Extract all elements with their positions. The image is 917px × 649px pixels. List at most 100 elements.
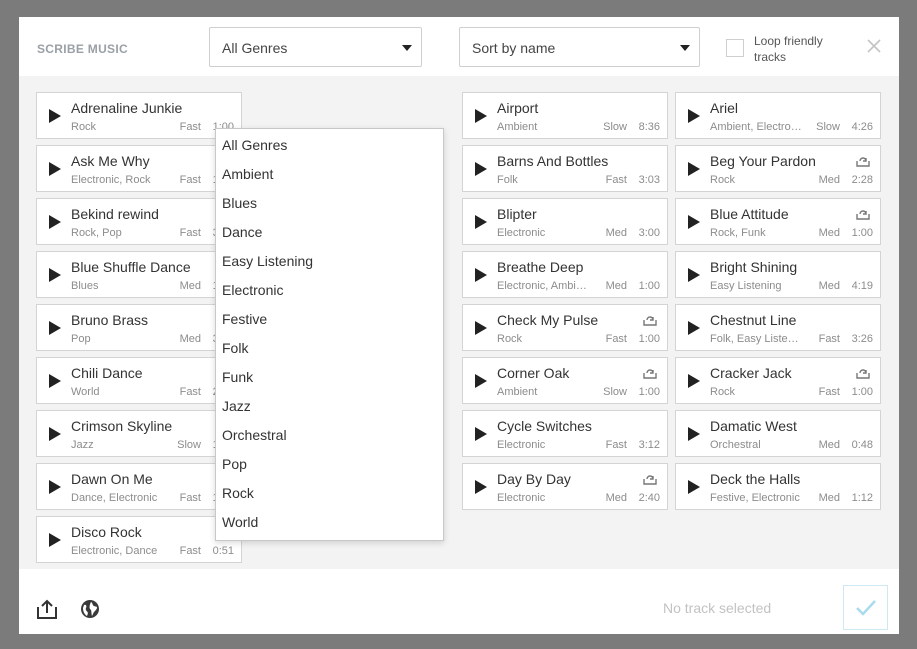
play-icon[interactable] — [49, 533, 61, 547]
genre-option[interactable]: Electronic — [216, 276, 443, 305]
play-icon[interactable] — [475, 109, 487, 123]
play-icon[interactable] — [49, 162, 61, 176]
track-name: Crimson Skyline — [71, 418, 173, 434]
track-speed: Med — [818, 174, 840, 186]
globe-icon[interactable] — [80, 599, 100, 619]
track-card[interactable]: Barns And Bottles Folk Fast 3:03 — [462, 145, 668, 192]
sort-select[interactable]: Sort by name — [459, 27, 700, 67]
play-icon[interactable] — [475, 480, 487, 494]
track-genre: Rock — [71, 121, 97, 133]
track-card[interactable]: Ask Me WhyElectronic, RockFast1:00 — [36, 145, 242, 192]
close-icon[interactable] — [865, 37, 883, 55]
track-card[interactable]: Chestnut Line Folk, Easy Listening Fast 3:2… — [675, 304, 881, 351]
track-genre: Ambient — [497, 386, 538, 398]
play-icon[interactable] — [688, 215, 700, 229]
play-icon[interactable] — [475, 268, 487, 282]
track-card[interactable]: Corner Oak Ambient Slow 1:00 — [462, 357, 668, 404]
track-card[interactable]: Bruno BrassPopMed3:00 — [36, 304, 242, 351]
play-icon[interactable] — [49, 268, 61, 282]
track-genre: Electronic — [497, 439, 546, 451]
genre-option[interactable]: Blues — [216, 189, 443, 218]
track-name: Deck the Halls — [710, 471, 801, 487]
track-speed: Med — [818, 280, 840, 292]
genre-option[interactable]: Easy Listening — [216, 247, 443, 276]
play-icon[interactable] — [475, 162, 487, 176]
play-icon[interactable] — [688, 162, 700, 176]
play-icon[interactable] — [475, 215, 487, 229]
track-card[interactable]: Disco Rock Electronic, Dance Fast 0:51 — [36, 516, 242, 563]
play-icon[interactable] — [688, 321, 700, 335]
track-card[interactable]: Check My Pulse Rock Fast 1:00 — [462, 304, 668, 351]
track-card[interactable]: Damatic West Orchestral Med 0:48 — [675, 410, 881, 457]
genre-option[interactable]: Pop — [216, 450, 443, 479]
track-name: Bekind rewind — [71, 206, 159, 222]
track-card[interactable]: Adrenaline Junkie Rock Fast 1:00 — [36, 92, 242, 139]
play-icon[interactable] — [475, 321, 487, 335]
track-card[interactable]: Crimson SkylineJazzSlow1:00 — [36, 410, 242, 457]
track-card[interactable]: Blue Attitude Rock, Funk Med 1:00 — [675, 198, 881, 245]
track-card[interactable]: Ariel Ambient, Electronic Slow 4:26 — [675, 92, 881, 139]
play-icon[interactable] — [49, 480, 61, 494]
track-speed: Slow — [177, 439, 201, 451]
genre-option[interactable]: Funk — [216, 363, 443, 392]
track-card[interactable]: Chili DanceWorldFast2:00 — [36, 357, 242, 404]
track-card[interactable]: Bekind rewindRock, PopFast3:00 — [36, 198, 242, 245]
loop-friendly-checkbox[interactable] — [726, 39, 744, 57]
track-name: Day By Day — [497, 471, 571, 487]
track-card[interactable]: Blipter Electronic Med 3:00 — [462, 198, 668, 245]
play-icon[interactable] — [688, 480, 700, 494]
genre-option[interactable]: Festive — [216, 305, 443, 334]
genre-option[interactable]: Jazz — [216, 392, 443, 421]
genre-option[interactable]: Orchestral — [216, 421, 443, 450]
track-genre: Electronic — [497, 227, 546, 239]
track-genre: World — [71, 386, 100, 398]
genre-option[interactable]: Dance — [216, 218, 443, 247]
play-icon[interactable] — [688, 268, 700, 282]
track-speed: Fast — [179, 545, 201, 557]
track-name: Barns And Bottles — [497, 153, 609, 169]
genre-option[interactable]: World — [216, 508, 443, 537]
chevron-down-icon — [402, 45, 412, 51]
play-icon[interactable] — [49, 321, 61, 335]
track-name: Chestnut Line — [710, 312, 797, 328]
track-card[interactable]: Beg Your Pardon Rock Med 2:28 — [675, 145, 881, 192]
track-name: Airport — [497, 100, 539, 116]
play-icon[interactable] — [475, 374, 487, 388]
play-icon[interactable] — [49, 427, 61, 441]
play-icon[interactable] — [688, 109, 700, 123]
chevron-down-icon — [680, 45, 690, 51]
confirm-button[interactable] — [843, 585, 888, 630]
track-genre: Pop — [71, 333, 91, 345]
track-genre: Dance, Electronic — [71, 492, 158, 504]
upload-icon[interactable] — [36, 598, 58, 620]
track-card[interactable]: Dawn On MeDance, ElectronicFast1:00 — [36, 463, 242, 510]
genre-option[interactable]: All Genres — [216, 131, 443, 160]
track-card[interactable]: Day By Day Electronic Med 2:40 — [462, 463, 668, 510]
track-genre: Rock — [497, 333, 523, 345]
track-card[interactable]: Blue Shuffle DanceBluesMed1:00 — [36, 251, 242, 298]
track-speed: Fast — [179, 492, 201, 504]
genre-option[interactable]: Ambient — [216, 160, 443, 189]
track-name: Corner Oak — [497, 365, 570, 381]
track-card[interactable]: Cycle Switches Electronic Fast 3:12 — [462, 410, 668, 457]
play-icon[interactable] — [49, 215, 61, 229]
play-icon[interactable] — [475, 427, 487, 441]
play-icon[interactable] — [688, 374, 700, 388]
track-speed: Med — [605, 227, 627, 239]
track-speed: Med — [179, 333, 201, 345]
genre-filter-select[interactable]: All Genres — [209, 27, 422, 67]
play-icon[interactable] — [49, 374, 61, 388]
track-speed: Slow — [816, 121, 840, 133]
play-icon[interactable] — [688, 427, 700, 441]
genre-option[interactable]: Rock — [216, 479, 443, 508]
genre-option[interactable]: Folk — [216, 334, 443, 363]
track-genre: Festive, Electronic — [710, 492, 800, 504]
track-card[interactable]: Breathe Deep Electronic, Ambient Med 1:00 — [462, 251, 668, 298]
track-name: Breathe Deep — [497, 259, 584, 275]
track-card[interactable]: Airport Ambient Slow 8:36 — [462, 92, 668, 139]
track-card[interactable]: Bright Shining Easy Listening Med 4:19 — [675, 251, 881, 298]
track-card[interactable]: Deck the Halls Festive, Electronic Med 1:12 — [675, 463, 881, 510]
play-icon[interactable] — [49, 109, 61, 123]
track-speed: Fast — [179, 227, 201, 239]
track-card[interactable]: Cracker Jack Rock Fast 1:00 — [675, 357, 881, 404]
